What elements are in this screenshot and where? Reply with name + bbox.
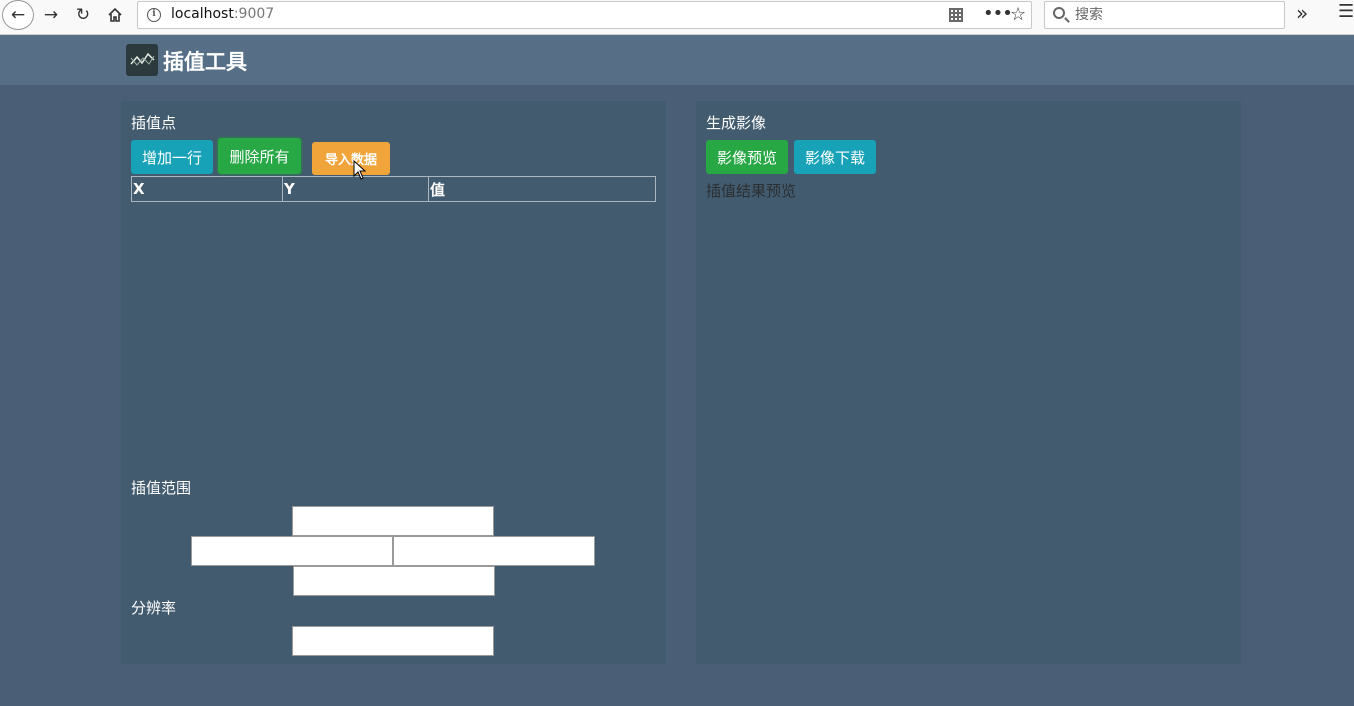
overflow-chevrons-icon[interactable]: » bbox=[1296, 1, 1308, 25]
column-header-value[interactable]: 值 bbox=[428, 176, 656, 202]
range-section-title: 插值范围 bbox=[131, 479, 192, 497]
forward-button[interactable]: → bbox=[38, 0, 64, 30]
image-download-button[interactable]: 影像下载 bbox=[794, 140, 876, 174]
add-row-button[interactable]: 增加一行 bbox=[131, 140, 213, 174]
bookmark-star-icon[interactable]: ☆ bbox=[1010, 4, 1026, 25]
arrow-right-icon: → bbox=[43, 5, 59, 25]
back-button[interactable]: ← bbox=[2, 0, 34, 30]
app-header: 插值工具 bbox=[0, 35, 1354, 85]
range-north-input[interactable] bbox=[292, 506, 494, 536]
points-section-title: 插值点 bbox=[131, 114, 177, 132]
column-header-x[interactable]: X bbox=[131, 176, 283, 202]
generate-image-panel: 生成影像 影像预览 影像下载 插值结果预览 bbox=[696, 101, 1241, 664]
resolution-input[interactable] bbox=[292, 626, 494, 656]
table-header-row: X Y 值 bbox=[131, 176, 656, 202]
browser-search-box[interactable] bbox=[1044, 1, 1285, 29]
home-button[interactable] bbox=[102, 0, 128, 30]
browser-toolbar: ← → ↻ i localhost:9007 ••• ☆ » ☰ bbox=[0, 0, 1354, 35]
search-icon bbox=[1053, 7, 1065, 19]
more-icon[interactable]: ••• bbox=[983, 3, 1013, 24]
interpolation-points-panel: 插值点 增加一行 删除所有 导入数据 X Y 值 插值范围 分辨率 bbox=[121, 101, 666, 664]
range-south-input[interactable] bbox=[293, 566, 495, 596]
browser-search-input[interactable] bbox=[1075, 5, 1275, 25]
delete-all-button[interactable]: 删除所有 bbox=[218, 138, 301, 174]
info-icon[interactable]: i bbox=[147, 8, 161, 22]
preview-result-label: 插值结果预览 bbox=[706, 182, 797, 200]
qr-code-icon[interactable] bbox=[949, 8, 963, 22]
home-icon bbox=[108, 7, 122, 22]
column-header-y[interactable]: Y bbox=[282, 176, 429, 202]
mouse-cursor-icon bbox=[353, 160, 367, 180]
resolution-section-title: 分辨率 bbox=[131, 599, 177, 617]
range-east-input[interactable] bbox=[393, 536, 595, 566]
range-west-input[interactable] bbox=[191, 536, 393, 566]
generate-section-title: 生成影像 bbox=[706, 114, 767, 132]
points-table: X Y 值 bbox=[131, 176, 656, 202]
reload-button[interactable]: ↻ bbox=[70, 0, 96, 30]
arrow-left-icon: ← bbox=[10, 5, 26, 25]
url-bar[interactable]: i localhost:9007 ••• ☆ bbox=[137, 1, 1032, 29]
image-preview-button[interactable]: 影像预览 bbox=[706, 140, 788, 174]
url-text: localhost:9007 bbox=[171, 6, 275, 22]
line-chart-icon bbox=[130, 52, 155, 66]
hamburger-menu-icon[interactable]: ☰ bbox=[1338, 1, 1354, 22]
reload-icon: ↻ bbox=[75, 5, 91, 25]
app-title: 插值工具 bbox=[163, 50, 247, 74]
app-logo bbox=[126, 44, 158, 76]
import-data-button[interactable]: 导入数据 bbox=[312, 142, 390, 175]
